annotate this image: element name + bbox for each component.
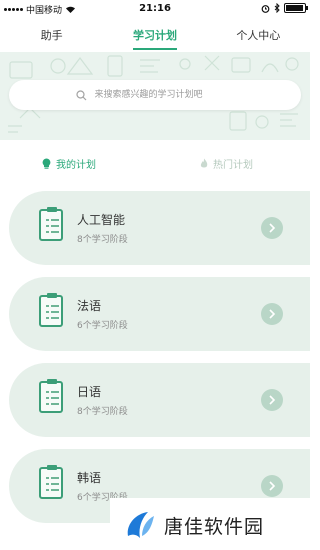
alarm-icon xyxy=(261,4,270,13)
search-input[interactable] xyxy=(92,89,235,101)
plan-stage-count: 6个学习阶段 xyxy=(77,321,128,331)
tab-my-plans-label: 我的计划 xyxy=(56,160,96,171)
bulb-icon xyxy=(42,158,51,169)
bluetooth-icon xyxy=(274,3,280,13)
plan-title: 法语 xyxy=(77,299,102,313)
chevron-right-icon[interactable] xyxy=(261,389,283,411)
search-bar[interactable] xyxy=(9,80,301,110)
status-right xyxy=(261,3,308,13)
plan-card[interactable]: 日语 8个学习阶段 xyxy=(9,363,310,437)
tab-hot-plans-label: 热门计划 xyxy=(213,160,253,171)
search-icon xyxy=(75,89,86,100)
clipboard-icon xyxy=(39,293,63,327)
plan-title: 日语 xyxy=(77,385,102,399)
watermark-logo-icon xyxy=(127,512,154,538)
plan-card[interactable]: 人工智能 8个学习阶段 xyxy=(9,191,310,265)
tab-hot-plans[interactable]: 热门计划 xyxy=(200,156,253,171)
flame-icon xyxy=(200,158,208,168)
clipboard-icon xyxy=(39,379,63,413)
tab-study-plan[interactable]: 学习计划 xyxy=(115,22,195,50)
plan-card[interactable]: 法语 6个学习阶段 xyxy=(9,277,310,351)
chevron-right-icon[interactable] xyxy=(261,475,283,497)
clipboard-icon xyxy=(39,465,63,499)
plan-stage-count: 8个学习阶段 xyxy=(77,407,128,417)
chevron-right-icon[interactable] xyxy=(261,303,283,325)
battery-fill xyxy=(286,5,303,11)
tab-assistant[interactable]: 助手 xyxy=(12,22,92,50)
tab-my-plans[interactable]: 我的计划 xyxy=(42,156,96,171)
plan-title: 韩语 xyxy=(77,471,102,485)
plan-title: 人工智能 xyxy=(77,213,126,227)
tab-profile[interactable]: 个人中心 xyxy=(218,22,298,50)
watermark: 唐佳软件园 xyxy=(110,498,310,550)
battery-icon xyxy=(284,3,308,13)
watermark-text: 唐佳软件园 xyxy=(164,516,265,538)
app-screen: 中国移动 21:16 助手 学习计划 个人中心 来搜索感兴趣的学习计划吧 我的计… xyxy=(0,0,310,550)
status-bar: 中国移动 21:16 xyxy=(0,0,310,18)
plan-filter-tabs: 我的计划 热门计划 xyxy=(0,150,310,178)
clipboard-icon xyxy=(39,207,63,241)
chevron-right-icon[interactable] xyxy=(261,217,283,239)
plan-stage-count: 8个学习阶段 xyxy=(77,235,128,245)
top-tab-bar: 助手 学习计划 个人中心 xyxy=(0,22,310,50)
